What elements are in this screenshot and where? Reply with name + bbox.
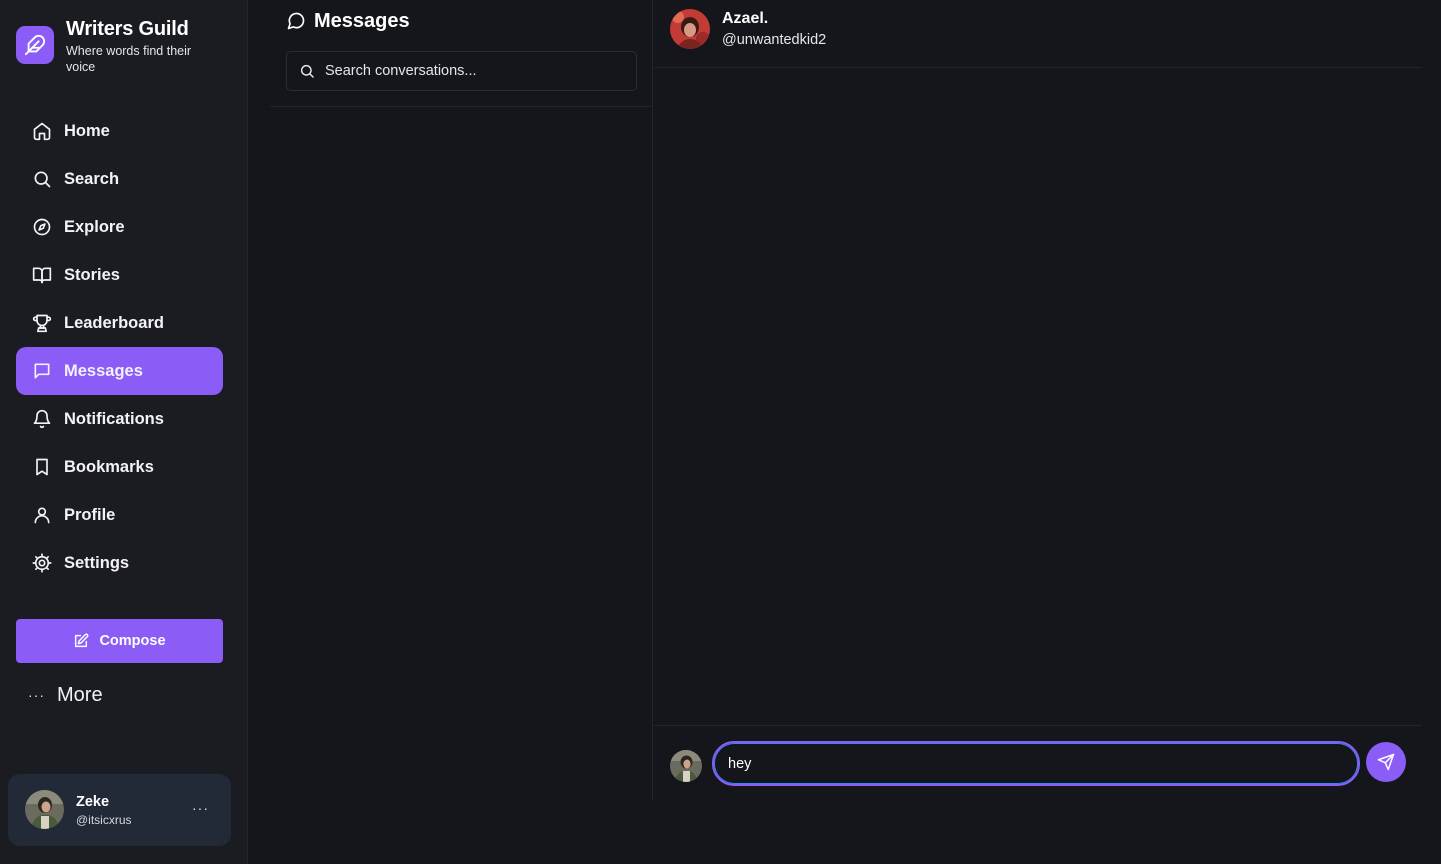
message-circle-icon: [286, 11, 306, 31]
nav-label: Explore: [64, 217, 125, 236]
bell-icon: [32, 409, 52, 429]
nav-item-profile[interactable]: Profile: [16, 491, 223, 539]
nav-item-leaderboard[interactable]: Leaderboard: [16, 299, 223, 347]
nav-item-settings[interactable]: Settings: [16, 539, 223, 587]
chat-header: Azael. @unwantedkid2: [654, 0, 1422, 68]
sidebar: Writers Guild Where words find their voi…: [0, 0, 248, 864]
ellipsis-icon[interactable]: ···: [192, 800, 209, 816]
main-nav: Home Search Explore Stories Leaderboard: [16, 107, 223, 587]
current-user-card[interactable]: Zeke @itsicxrus ···: [8, 774, 231, 846]
search-icon: [32, 169, 52, 189]
user-icon: [32, 505, 52, 525]
conversation-list: Messages: [270, 0, 653, 800]
page-title: Messages: [314, 9, 410, 32]
nav-label: Profile: [64, 505, 116, 524]
message-circle-icon: [32, 361, 52, 381]
brand-tagline: Where words find their voice: [66, 44, 192, 74]
avatar[interactable]: [670, 9, 710, 49]
nav-label: Home: [64, 121, 110, 140]
chat-panel: Azael. @unwantedkid2: [654, 0, 1422, 800]
nav-label: Search: [64, 169, 120, 188]
home-icon: [32, 121, 52, 141]
nav-item-stories[interactable]: Stories: [16, 251, 223, 299]
brand-name: Writers Guild: [66, 18, 189, 40]
feather-icon: [16, 26, 54, 64]
compass-icon: [32, 217, 52, 237]
current-user-name: Zeke: [76, 794, 110, 810]
avatar: [25, 790, 64, 829]
edit-icon: [73, 633, 89, 649]
trophy-icon: [32, 313, 52, 333]
contact-handle: @unwantedkid2: [722, 32, 827, 48]
more-label: More: [57, 683, 103, 706]
nav-label: Bookmarks: [64, 457, 154, 476]
divider: [270, 106, 653, 107]
book-open-icon: [32, 265, 52, 285]
nav-label: Settings: [64, 553, 130, 572]
nav-item-notifications[interactable]: Notifications: [16, 395, 223, 443]
search-icon: [299, 63, 315, 79]
contact-name: Azael.: [722, 10, 769, 27]
ellipsis-icon: ···: [28, 687, 45, 703]
message-composer: [654, 725, 1422, 800]
nav-item-explore[interactable]: Explore: [16, 203, 223, 251]
avatar: [670, 750, 702, 782]
search-input[interactable]: [325, 63, 625, 79]
message-input[interactable]: [712, 741, 1360, 786]
compose-label: Compose: [99, 633, 166, 649]
nav-label: Leaderboard: [64, 313, 164, 332]
gear-icon: [32, 553, 52, 573]
bookmark-icon: [32, 457, 52, 477]
compose-button[interactable]: Compose: [16, 619, 223, 663]
nav-item-search[interactable]: Search: [16, 155, 223, 203]
nav-item-home[interactable]: Home: [16, 107, 223, 155]
nav-item-messages[interactable]: Messages: [16, 347, 223, 395]
conversation-search[interactable]: [286, 51, 637, 91]
nav-label: Notifications: [64, 409, 164, 428]
nav-label: Messages: [64, 361, 143, 380]
brand[interactable]: Writers Guild Where words find their voi…: [16, 18, 236, 78]
nav-label: Stories: [64, 265, 120, 284]
nav-item-bookmarks[interactable]: Bookmarks: [16, 443, 223, 491]
current-user-handle: @itsicxrus: [76, 813, 132, 827]
conversations-header: Messages: [286, 8, 410, 34]
more-button[interactable]: ··· More: [28, 680, 103, 710]
send-icon: [1377, 753, 1395, 771]
send-button[interactable]: [1366, 742, 1406, 782]
